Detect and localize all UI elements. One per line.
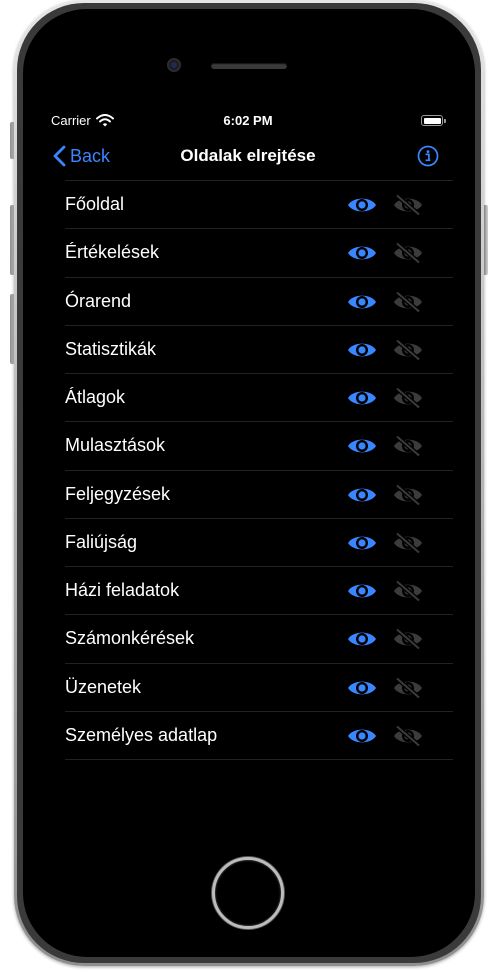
back-button[interactable]: Back <box>53 143 110 169</box>
eye-icon[interactable] <box>346 532 378 554</box>
list-item: Számonkérések <box>65 615 453 664</box>
list-item: Főoldal <box>65 181 453 230</box>
eye-slash-icon[interactable] <box>392 724 424 747</box>
row-label: Órarend <box>65 290 132 311</box>
list-item: Órarend <box>65 278 453 326</box>
list-item: Faliújság <box>65 519 453 567</box>
eye-slash-icon[interactable] <box>392 387 424 409</box>
row-label: Átlagok <box>65 387 126 407</box>
status-time: 6:02 PM <box>223 113 273 128</box>
eye-slash-icon[interactable] <box>392 242 424 265</box>
front-camera <box>167 58 181 72</box>
page-title: Oldalak elrejtése <box>180 146 316 165</box>
eye-icon[interactable] <box>346 242 378 264</box>
eye-icon[interactable] <box>346 291 378 313</box>
row-label: Statisztikák <box>65 338 157 359</box>
row-label: Értékelések <box>65 242 160 263</box>
eye-slash-icon[interactable] <box>392 580 424 602</box>
list-item: Mulasztások <box>65 422 453 471</box>
eye-slash-icon[interactable] <box>392 338 424 361</box>
wifi-icon <box>96 114 114 127</box>
back-label: Back <box>70 145 111 166</box>
eye-slash-icon[interactable] <box>392 290 424 313</box>
row-label: Házi feladatok <box>65 580 180 600</box>
row-label: Személyes adatlap <box>65 724 218 745</box>
eye-icon[interactable] <box>346 435 378 457</box>
earpiece-speaker <box>211 63 287 69</box>
eye-slash-icon[interactable] <box>392 435 424 458</box>
list-item: Személyes adatlap <box>65 712 453 760</box>
list-item: Üzenetek <box>65 664 453 712</box>
eye-slash-icon[interactable] <box>392 676 424 699</box>
row-label: Főoldal <box>65 194 125 214</box>
list-item: Átlagok <box>65 374 453 423</box>
eye-icon[interactable] <box>346 339 378 361</box>
row-label: Faliújság <box>65 531 138 552</box>
page-visibility-list: Főoldal Értékelések Órarend Statisztikák… <box>65 180 453 760</box>
list-item: Feljegyzések <box>65 471 453 519</box>
list-item: Házi feladatok <box>65 567 453 616</box>
list-item: Értékelések <box>65 229 453 278</box>
eye-icon[interactable] <box>346 628 378 650</box>
info-circle-icon[interactable] <box>417 145 439 167</box>
eye-icon[interactable] <box>346 580 378 602</box>
eye-slash-icon[interactable] <box>392 628 424 651</box>
row-label: Üzenetek <box>65 676 142 697</box>
row-label: Feljegyzések <box>65 483 171 504</box>
eye-slash-icon[interactable] <box>392 194 424 216</box>
row-label: Számonkérések <box>65 628 195 649</box>
eye-icon[interactable] <box>346 387 378 409</box>
eye-slash-icon[interactable] <box>392 531 424 554</box>
eye-icon[interactable] <box>346 484 378 506</box>
row-label: Mulasztások <box>65 435 166 456</box>
status-carrier: Carrier <box>51 113 91 128</box>
eye-icon[interactable] <box>346 677 378 699</box>
battery-icon <box>421 115 443 126</box>
home-button[interactable] <box>212 857 284 929</box>
chevron-left-icon <box>53 145 66 167</box>
eye-icon[interactable] <box>346 194 378 216</box>
list-item: Statisztikák <box>65 326 453 374</box>
eye-slash-icon[interactable] <box>392 483 424 506</box>
eye-icon[interactable] <box>346 725 378 747</box>
